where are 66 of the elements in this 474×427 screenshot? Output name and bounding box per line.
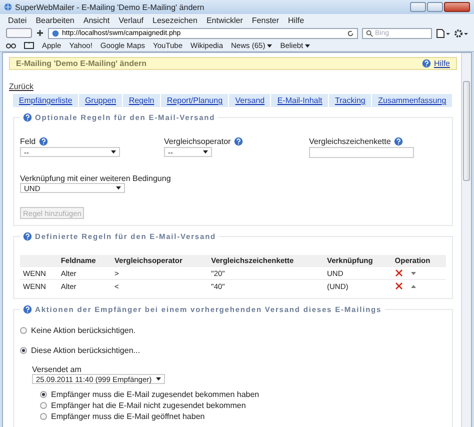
move-up-icon[interactable] [410,284,416,288]
radio-button[interactable] [20,347,27,354]
help-icon[interactable] [234,136,243,146]
tab[interactable]: Zusammenfassung [372,94,454,107]
glasses-icon[interactable] [6,42,16,48]
radio-button[interactable] [40,402,47,409]
caret-icon [111,150,116,154]
radio-button[interactable] [40,391,47,398]
minimize-button[interactable] [410,2,426,12]
reload-icon[interactable] [347,30,354,36]
delete-icon[interactable] [394,269,403,277]
field-label: Vergleichszeichenkette [309,136,391,146]
field-label: Feld [20,136,36,146]
search-icon [366,30,373,36]
close-button[interactable] [444,2,470,12]
caret-icon [203,150,208,154]
back-link[interactable]: Zurück [9,82,34,91]
menu-item[interactable]: Entwickler [206,16,243,24]
browser-icon [4,3,12,11]
menu-item[interactable]: Lesezeichen [152,16,198,24]
radio-label: Diese Aktion berücksichtigen... [31,346,140,355]
window-title: SuperWebMailer - E-Mailing 'Demo E-Mailing' ändern [15,2,206,12]
delete-icon[interactable] [394,282,403,290]
caret-icon [305,44,310,48]
plus-icon[interactable] [36,29,44,37]
page-title: E-Mailing 'Demo E-Mailing' ändern [16,59,146,68]
menu-item[interactable]: Hilfe [288,16,304,24]
globe-icon [52,30,59,36]
caret-icon [156,377,161,381]
caret-icon [116,186,121,190]
tab[interactable]: Versand [229,94,272,107]
help-icon[interactable] [23,113,32,122]
menu-item[interactable]: Datei [8,16,27,24]
radio-label: Empfänger muss die E-Mail zugesendet bekommen haben [51,390,260,399]
help-icon[interactable] [394,136,403,146]
field-label: Verknüpfung mit einer weiteren Bedingung [20,174,171,183]
help-icon[interactable] [23,305,32,314]
help-icon[interactable] [422,59,431,68]
menu-item[interactable]: Fenster [252,16,280,24]
help-icon[interactable] [38,136,48,146]
radio-button[interactable] [20,327,27,334]
settings-icon[interactable] [454,28,468,38]
radio-label: Empfänger muss die E-Mail geöffnet haben [51,412,205,421]
caret-icon [267,44,272,48]
move-down-icon[interactable] [410,272,416,274]
radio-label: Keine Aktion berücksichtigen. [31,326,136,335]
field-label: Vergleichsoperator [164,136,231,146]
maximize-button[interactable] [427,2,443,12]
tab[interactable]: Gruppen [79,94,123,107]
radio-button[interactable] [40,413,47,420]
page-icon[interactable] [436,28,450,38]
tab[interactable]: E-Mail-Inhalt [271,94,330,107]
radio-label: Empfänger hat die E-Mail nicht zugesendet bekommen [51,401,246,410]
menu-item[interactable]: Bearbeiten [36,16,74,24]
field-label: Versendet am [32,365,82,374]
tab[interactable]: Empfängerliste [13,94,80,107]
tab[interactable]: Regeln [122,94,162,107]
scrollbar[interactable] [461,53,471,427]
help-icon[interactable] [23,232,32,241]
help-link[interactable]: Hilfe [434,59,450,68]
menu-item[interactable]: Ansicht [83,16,110,24]
tab[interactable]: Tracking [329,94,372,107]
menu-item[interactable]: Verlauf [118,16,144,24]
tab[interactable]: Report/Planung [161,94,230,107]
input-field[interactable] [309,147,414,158]
book-icon[interactable] [24,42,34,49]
